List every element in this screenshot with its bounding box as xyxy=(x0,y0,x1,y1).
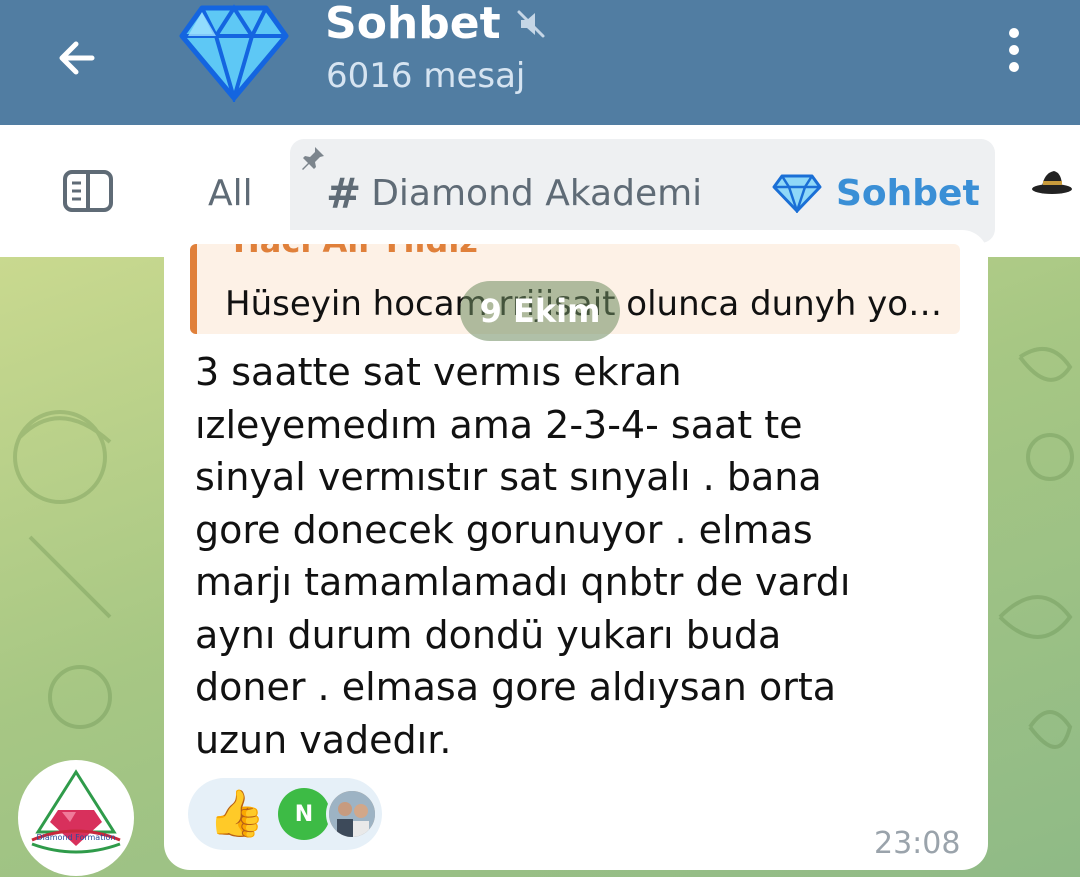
date-badge: 9 Ekim xyxy=(460,281,620,341)
reactor-avatar-photo xyxy=(326,788,378,840)
diamond-formation-logo-icon: Diamond Formation xyxy=(20,762,132,874)
more-options-button[interactable] xyxy=(990,20,1038,80)
diamond-icon xyxy=(772,174,822,213)
chat-header: Sohbet 6016 mesaj xyxy=(0,0,1080,125)
reply-author: Hacı Ali Yıldız xyxy=(233,244,478,260)
tab-more-folder[interactable] xyxy=(1030,167,1080,203)
sidebar-toggle-button[interactable] xyxy=(56,163,120,219)
pin-icon xyxy=(302,147,324,170)
hat-icon xyxy=(1032,171,1072,194)
tab-diamond-akademi[interactable]: # Diamond Akademi xyxy=(326,163,702,223)
reactor-avatar: N xyxy=(278,788,330,840)
thumbs-up-icon: 👍 xyxy=(208,786,266,840)
people-photo-icon xyxy=(329,791,375,837)
sender-avatar[interactable]: Diamond Formation xyxy=(18,760,134,876)
diamond-icon xyxy=(179,4,289,106)
back-button[interactable] xyxy=(40,22,112,94)
member-count: 6016 mesaj xyxy=(326,56,526,96)
vertical-dots-icon xyxy=(1009,28,1019,72)
tab-all[interactable]: All xyxy=(208,163,253,223)
message-time: 23:08 xyxy=(874,826,961,861)
tab-label: Sohbet xyxy=(836,172,980,214)
speaker-muted-icon xyxy=(515,8,547,40)
tab-label: Diamond Akademi xyxy=(371,172,703,214)
sidebar-toggle-icon xyxy=(63,170,113,212)
chat-title-text: Sohbet xyxy=(325,0,501,49)
message-text: 3 saatte sat vermıs ekran ızleyemedım am… xyxy=(195,350,851,762)
chat-avatar[interactable] xyxy=(178,2,290,106)
hash-icon: # xyxy=(326,168,362,218)
arrow-left-icon xyxy=(59,41,95,75)
tab-sohbet[interactable]: Sohbet xyxy=(772,163,980,223)
svg-text:Diamond Formation: Diamond Formation xyxy=(36,833,115,842)
chat-title[interactable]: Sohbet xyxy=(325,0,547,49)
